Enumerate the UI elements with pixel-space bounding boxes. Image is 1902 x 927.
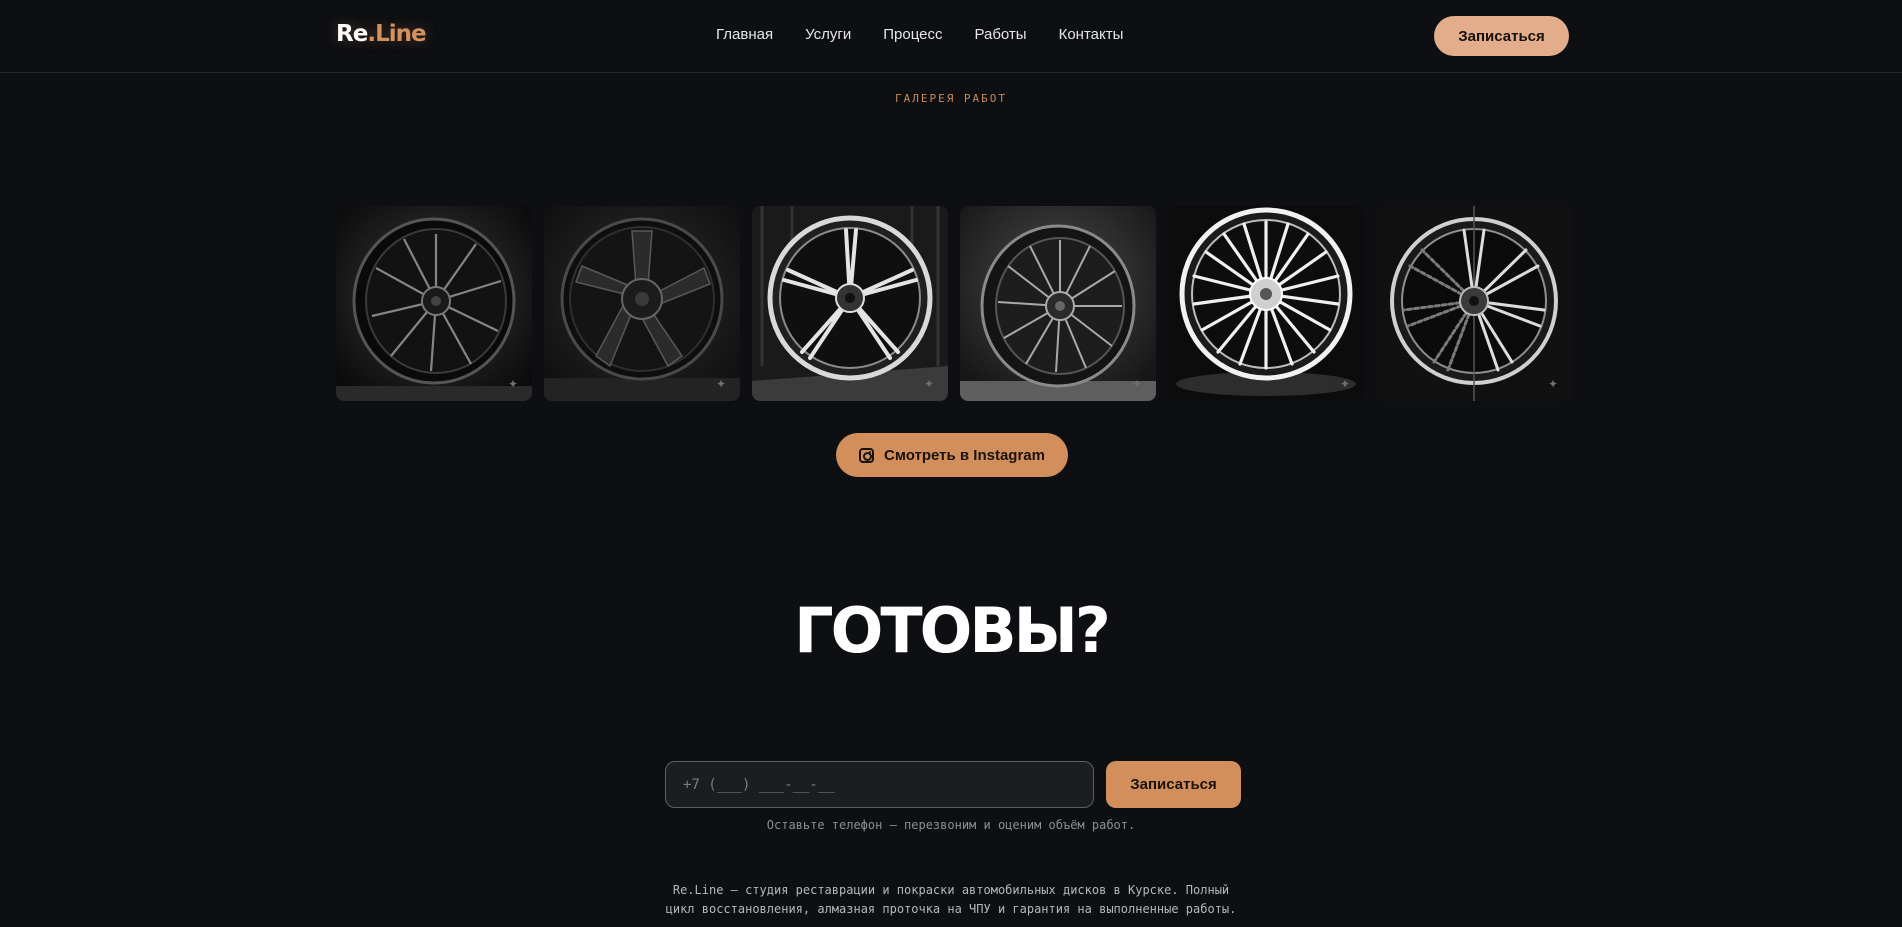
- nav-link-process[interactable]: Процесс: [883, 26, 942, 43]
- gallery-label: ГАЛЕРЕЯ РАБОТ: [894, 92, 1008, 105]
- site-header: Re.Line Главная Услуги Процесс Работы Ко…: [0, 0, 1902, 73]
- sparkle-icon: ✦: [923, 377, 934, 391]
- phone-hint: Оставьте телефон — перезвоним и оценим о…: [766, 818, 1136, 832]
- logo[interactable]: Re.Line: [336, 21, 427, 47]
- nav-link-home[interactable]: Главная: [716, 26, 773, 43]
- submit-button[interactable]: Записаться: [1106, 761, 1241, 808]
- instagram-button-label: Смотреть в Instagram: [884, 446, 1045, 464]
- gallery-image-1[interactable]: ✦: [336, 206, 532, 401]
- sparkle-icon: ✦: [1547, 377, 1558, 391]
- about-line-1: Re.Line — студия реставрации и покраски …: [672, 883, 1230, 897]
- sparkle-icon: ✦: [715, 377, 726, 391]
- nav-link-services[interactable]: Услуги: [805, 26, 851, 43]
- logo-main: Re: [336, 21, 368, 47]
- phone-input[interactable]: [665, 761, 1094, 808]
- gallery: ✦ ✦ ✦ ✦ ✦ ✦: [336, 206, 1572, 401]
- nav-link-works[interactable]: Работы: [974, 26, 1026, 43]
- main-nav: Главная Услуги Процесс Работы Контакты: [716, 26, 1155, 43]
- cta-title: ГОТОВЫ?: [794, 594, 1111, 667]
- sparkle-icon: ✦: [1339, 377, 1350, 391]
- about-line-2: цикл восстановления, алмазная проточка н…: [665, 902, 1237, 916]
- nav-link-contacts[interactable]: Контакты: [1059, 26, 1124, 43]
- about-text: Re.Line — студия реставрации и покраски …: [651, 881, 1251, 919]
- logo-accent: Line: [375, 21, 427, 47]
- instagram-icon: [859, 447, 874, 463]
- sparkle-icon: ✦: [1131, 377, 1142, 391]
- gallery-image-6[interactable]: ✦: [1376, 206, 1572, 401]
- header-signup-button[interactable]: Записаться: [1434, 16, 1569, 56]
- instagram-button[interactable]: Смотреть в Instagram: [836, 433, 1068, 477]
- gallery-image-4[interactable]: ✦: [960, 206, 1156, 401]
- gallery-image-2[interactable]: ✦: [544, 206, 740, 401]
- gallery-image-5[interactable]: ✦: [1168, 206, 1364, 401]
- gallery-image-3[interactable]: ✦: [752, 206, 948, 401]
- logo-dot: .: [367, 21, 376, 47]
- sparkle-icon: ✦: [507, 377, 518, 391]
